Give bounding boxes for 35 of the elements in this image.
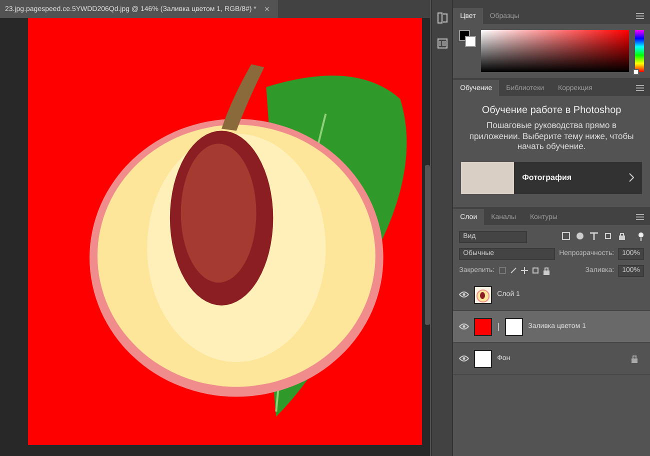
scroll-thumb[interactable] — [425, 165, 430, 325]
fill-thumbnail — [474, 318, 492, 336]
move-icon[interactable] — [520, 267, 528, 274]
layer-thumbnail — [474, 286, 492, 304]
color-swatch-icon[interactable] — [459, 30, 476, 46]
image-filter-icon[interactable] — [562, 232, 570, 240]
menu-icon[interactable] — [636, 85, 644, 91]
lock-icon[interactable] — [542, 266, 550, 274]
hue-slider-thumb[interactable] — [633, 69, 639, 75]
shape-filter-icon[interactable] — [604, 232, 612, 240]
menu-icon[interactable] — [636, 13, 644, 19]
toggle-icon[interactable] — [638, 232, 644, 241]
link-icon — [497, 322, 500, 330]
layer-thumbnail — [474, 350, 492, 368]
color-field[interactable] — [481, 30, 629, 72]
chevron-icon — [629, 173, 634, 182]
eye-icon[interactable] — [459, 291, 470, 298]
artboard-icon[interactable] — [532, 267, 539, 274]
learn-title: Обучение работе в Photoshop — [482, 105, 622, 116]
close-button[interactable]: × — [264, 4, 270, 14]
lock-pixels-icon[interactable] — [498, 267, 506, 274]
eye-icon[interactable] — [459, 323, 470, 330]
brush-icon[interactable] — [510, 267, 517, 274]
hue-slider[interactable] — [635, 30, 644, 72]
lock-filter-icon[interactable] — [618, 232, 626, 240]
circle-filter-icon[interactable] — [576, 232, 584, 240]
card-label: Фотография — [522, 173, 573, 182]
menu-icon[interactable] — [636, 214, 644, 220]
mask-thumbnail — [505, 318, 524, 336]
eye-icon[interactable] — [459, 355, 470, 362]
learn-description: Пошаговые руководства прямо в приложении. Выберите тему ниже, чтобы начать обучение. — [468, 120, 635, 152]
photo-placeholder — [461, 162, 514, 194]
text-filter-icon[interactable] — [590, 232, 598, 240]
tutorial-card[interactable]: Фотография — [461, 162, 642, 194]
sliders-icon[interactable] — [436, 38, 448, 49]
